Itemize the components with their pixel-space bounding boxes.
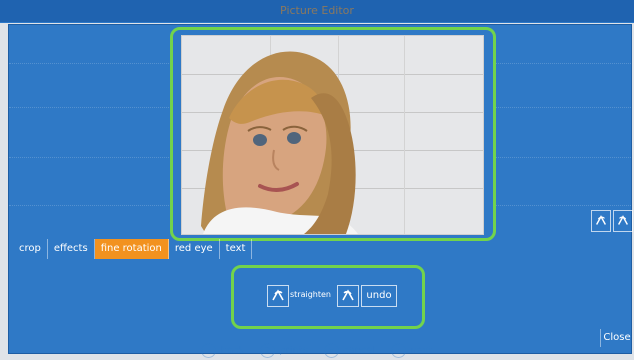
quick-rotate-buttons — [591, 210, 634, 232]
rotation-toolbox: straighten undo — [231, 265, 425, 329]
rotate-left-icon — [272, 289, 284, 301]
tab-red-eye[interactable]: red eye — [169, 239, 220, 259]
editor-tabs: crop effects fine rotation red eye text — [13, 239, 253, 259]
rotate-left-icon — [596, 215, 606, 225]
rotate-left-button[interactable] — [267, 285, 289, 307]
window-title: Picture Editor — [280, 4, 354, 17]
next-icon: › — [391, 342, 407, 358]
cancel-hint-label: cancel — [342, 344, 376, 356]
editor-panel: crop effects fine rotation red eye text … — [8, 24, 634, 354]
portrait-photo — [201, 51, 358, 234]
quick-rotate-right-button[interactable] — [613, 210, 633, 232]
prints-hint-label: prints — [279, 344, 308, 356]
picture-editor-app: Picture Editor crop effects fine rotatio… — [0, 0, 634, 360]
tab-text[interactable]: text — [220, 239, 253, 259]
quick-rotate-left-button[interactable] — [591, 210, 611, 232]
photo-preview-frame — [170, 27, 496, 241]
bottom-hint-bar: ‹ back 2 prints × cancel › next — [0, 340, 634, 360]
tab-fine-rotation[interactable]: fine rotation — [94, 239, 169, 259]
rotate-right-icon — [342, 289, 354, 301]
prints-hint[interactable]: 2 prints — [260, 342, 308, 358]
photo-preview[interactable] — [181, 35, 484, 235]
back-hint[interactable]: ‹ back — [201, 342, 245, 358]
tab-crop[interactable]: crop — [13, 239, 48, 259]
cancel-icon: × — [323, 342, 339, 358]
back-icon: ‹ — [201, 342, 217, 358]
cancel-hint[interactable]: × cancel — [323, 342, 376, 358]
rotate-right-button[interactable] — [337, 285, 359, 307]
straighten-label: straighten — [290, 290, 331, 299]
prints-icon: 2 — [260, 342, 276, 358]
title-bar: Picture Editor — [0, 0, 634, 23]
next-hint-label: next — [410, 344, 433, 356]
rotate-right-icon — [618, 215, 628, 225]
next-hint[interactable]: › next — [391, 342, 433, 358]
undo-button[interactable]: undo — [361, 285, 397, 307]
back-hint-label: back — [220, 344, 245, 356]
tab-effects[interactable]: effects — [48, 239, 95, 259]
